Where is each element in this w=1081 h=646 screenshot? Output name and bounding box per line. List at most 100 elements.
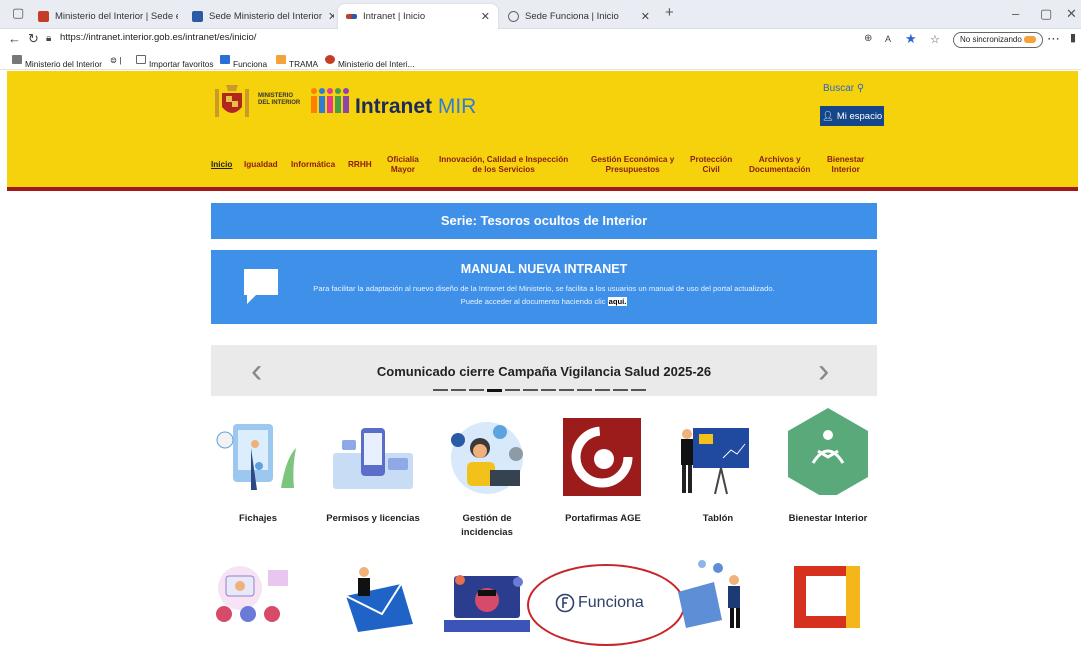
tile-tablon[interactable]: Tablón (663, 418, 773, 538)
favorite-star-icon[interactable]: ★ (905, 31, 917, 47)
carousel-dot[interactable] (613, 389, 628, 391)
brand-accent: MIR (437, 95, 477, 118)
trama-icon (276, 55, 286, 64)
carousel-indicators (433, 389, 646, 392)
zoom-icon[interactable]: ⊕ (864, 33, 872, 44)
new-tab-icon[interactable]: + (665, 4, 674, 21)
bookmark-import[interactable]: Importar favoritos (136, 55, 214, 69)
funciona-icon (220, 55, 230, 64)
menu-oficialia-mayor[interactable]: Oficialía Mayor (387, 155, 419, 175)
bookmark-separator-icon: ⊜ | (110, 55, 122, 65)
close-window-icon[interactable]: ✕ (1066, 6, 1077, 22)
bookmark-label: Ministerio del Interior (25, 59, 103, 69)
menu-bienestar[interactable]: Bienestar Interior (827, 155, 864, 175)
read-aloud-icon[interactable]: A (885, 34, 891, 44)
manual-link[interactable]: aquí. (607, 297, 628, 306)
menu-igualdad[interactable]: Igualdad (244, 160, 278, 170)
tile-bienestar-interior[interactable]: Bienestar Interior (773, 405, 883, 538)
tab-actions-icon[interactable]: ▢ (12, 5, 24, 21)
search-label: Buscar (823, 83, 855, 94)
bookmark-trama[interactable]: TRAMA (276, 55, 318, 69)
carousel-dot[interactable] (631, 389, 646, 391)
more-icon[interactable]: ⋯ (1047, 31, 1060, 47)
close-tab-icon[interactable]: ✕ (635, 10, 650, 23)
menu-inicio[interactable]: Inicio (211, 160, 232, 170)
folder-icon (12, 55, 22, 64)
series-title: Serie: Tesoros ocultos de Interior (440, 213, 648, 228)
chat-bubble-icon (244, 269, 278, 304)
carousel-dot[interactable] (559, 389, 574, 391)
close-tab-icon[interactable]: ✕ (475, 10, 490, 23)
tile-permisos[interactable]: Permisos y licencias (318, 418, 428, 538)
tab-title: Sede Ministerio del Interior (209, 11, 322, 22)
import-icon (136, 55, 146, 64)
browser-tab-4[interactable]: Sede Funciona | Inicio ✕ (500, 4, 658, 29)
site-header: MINISTERIO DEL INTERIOR Intranet MIR Bus… (7, 71, 1078, 191)
back-icon[interactable]: ← (8, 31, 21, 46)
refresh-icon[interactable]: ↻ (28, 31, 39, 47)
carousel-title[interactable]: Comunicado cierre Campaña Vigilancia Sal… (211, 364, 877, 379)
carousel-dot[interactable] (433, 389, 448, 391)
carousel-dot[interactable] (541, 389, 556, 391)
bookmarks-bar: Ministerio del Interior ⊜ | Importar fav… (0, 51, 1081, 70)
address-bar: ← ↻ 🔒︎ https://intranet.interior.gob.es/… (0, 29, 1081, 51)
tile-label: Tablón (702, 513, 734, 524)
envelope-illustration-icon[interactable] (336, 566, 416, 632)
tile-label: Permisos y licencias (326, 513, 420, 524)
ministry-text: MINISTERIO DEL INTERIOR (258, 93, 301, 106)
bookmark-label: Ministerio del Interi... (338, 59, 415, 69)
menu-informatica[interactable]: Informática (291, 160, 335, 170)
tile-label: Fichajes (238, 513, 278, 524)
menu-innovacion[interactable]: Innovación, Calidad e Inspección de los … (439, 155, 568, 175)
coat-of-arms-icon[interactable] (212, 83, 252, 121)
time-clock-illustration-icon (216, 424, 296, 490)
favorites-icon[interactable]: ☆ (930, 33, 940, 46)
sync-button[interactable]: No sincronizando (953, 32, 1044, 48)
browser-tab-1[interactable]: Ministerio del Interior | Sede elec✕ (30, 4, 178, 29)
intranet-people-logo-icon[interactable] (309, 87, 353, 113)
minimize-icon[interactable]: – (1012, 6, 1019, 21)
bookmark-ministerio[interactable]: Ministerio del Interior (12, 55, 102, 69)
tile-gestion-incidencias[interactable]: Gestión de incidencias (432, 418, 542, 542)
lock-icon: 🔒︎ (46, 33, 52, 44)
ministry-icon (325, 55, 335, 64)
avatar (1024, 36, 1037, 43)
carousel-dot[interactable] (577, 389, 592, 391)
carousel-dot[interactable] (487, 389, 502, 392)
carousel-dot[interactable] (505, 389, 520, 391)
maximize-icon[interactable]: ▢ (1040, 6, 1052, 22)
carousel-dot[interactable] (469, 389, 484, 391)
url-field[interactable]: https://intranet.interior.gob.es/intrane… (60, 32, 256, 43)
user-icon: 👤︎ (821, 110, 834, 122)
menu-gestion-economica[interactable]: Gestión Económica y Presupuestos (591, 155, 674, 175)
bookmark-ministerio-2[interactable]: Ministerio del Interi... (325, 55, 415, 69)
square-frame-logo-icon[interactable] (792, 564, 862, 630)
carousel-next-icon[interactable]: › (818, 352, 829, 391)
manual-text-1: Para facilitar la adaptación al nuevo di… (313, 284, 775, 293)
carousel-dot[interactable] (595, 389, 610, 391)
bookmark-label: Importar favoritos (149, 59, 214, 69)
wellbeing-hexagon-icon (788, 408, 868, 495)
org-chart-illustration-icon[interactable] (210, 566, 296, 626)
search-link[interactable]: Buscar ⚲ (823, 83, 864, 94)
carousel-dot[interactable] (523, 389, 538, 391)
browser-tab-2[interactable]: Sede Ministerio del Interior ✕ (184, 4, 334, 29)
close-tab-icon[interactable]: ✕ (322, 10, 334, 23)
carousel-dot[interactable] (451, 389, 466, 391)
tab-title: Intranet | Inicio (363, 11, 426, 22)
finance-illustration-icon[interactable] (676, 558, 758, 630)
series-banner[interactable]: Serie: Tesoros ocultos de Interior (211, 203, 877, 239)
my-space-button[interactable]: 👤︎ Mi espacio (820, 106, 884, 126)
menu-proteccion-civil[interactable]: Protección Civil (690, 155, 732, 175)
menu-archivos[interactable]: Archivos y Documentación (749, 155, 810, 175)
training-illustration-icon[interactable] (444, 570, 530, 632)
tile-label: Portafirmas AGE (565, 513, 641, 524)
intranet-brand[interactable]: Intranet MIR (355, 95, 476, 119)
browser-tab-3-active[interactable]: Intranet | Inicio ✕ (338, 4, 498, 29)
tile-fichajes[interactable]: Fichajes (203, 418, 313, 538)
sync-label: No sincronizando (960, 35, 1022, 44)
menu-rrhh[interactable]: RRHH (348, 160, 372, 170)
sidebar-icon[interactable]: ▮ (1070, 31, 1076, 44)
tile-portafirmas[interactable]: Portafirmas AGE (548, 418, 658, 538)
bookmark-funciona[interactable]: Funciona (220, 55, 267, 69)
